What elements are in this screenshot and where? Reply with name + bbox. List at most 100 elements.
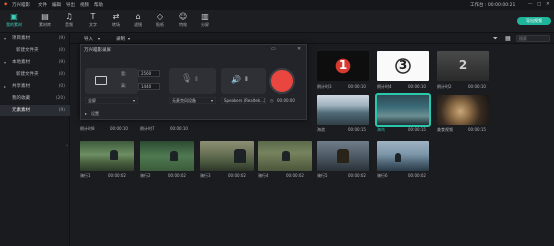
region-select[interactable]: 全屏 ▾ [85, 97, 138, 104]
menu-edit[interactable]: 编辑 [52, 2, 61, 8]
media-thumbnail[interactable]: 3 [377, 51, 429, 81]
media-subbar: 导入 ▾ 录制 ▾ ⏷ ▦ 搜索 [0, 33, 554, 44]
library-icon: ▤ [41, 12, 49, 21]
media-duration: 00:00:02 [108, 173, 126, 178]
settings-toggle[interactable]: 设置 [91, 111, 99, 117]
tool-label: 转场 [112, 22, 120, 27]
tool-effect[interactable]: ☺ 特效 [172, 12, 194, 31]
rider-shape [110, 150, 118, 160]
media-thumbnail[interactable] [377, 141, 429, 171]
media-thumbnail[interactable] [200, 141, 254, 171]
menu-help[interactable]: 帮助 [94, 2, 103, 8]
sidebar-item-favorites[interactable]: 我的收藏 (20) [0, 93, 70, 104]
height-label: 高: [121, 83, 127, 88]
media-caption: 海浪 [317, 127, 325, 132]
media-duration: 00:00:15 [468, 127, 486, 132]
menu-view[interactable]: 视频 [80, 2, 89, 8]
microphone-select[interactable]: 无麦克风设备 ▾ [169, 97, 216, 104]
collapse-icon: ▾ [4, 60, 7, 65]
filter-funnel-icon[interactable]: ⏷ [493, 35, 498, 43]
media-thumbnail[interactable]: 2 [437, 51, 489, 81]
media-thumbnail[interactable] [437, 95, 489, 125]
microphone-icon: 🎙 [181, 74, 193, 84]
tool-filter[interactable]: ⌂ 滤镜 [127, 12, 149, 31]
minimize-icon[interactable]: — [528, 2, 533, 7]
microphone-panel[interactable]: 🎙 ⦀ [169, 68, 216, 94]
expand-icon[interactable]: ▸ [85, 111, 87, 116]
close-dialog-icon[interactable]: ✕ [297, 46, 301, 52]
minimize-dialog-icon[interactable]: ▭ [271, 46, 276, 52]
speaker-icon: 🔊 [231, 75, 241, 84]
tool-split[interactable]: ▥ 分屏 [194, 12, 216, 31]
media-thumbnail[interactable]: 1 [317, 51, 369, 81]
tool-my-media[interactable]: ▣ 我的素材 [3, 12, 25, 31]
sidebar-item-element-media[interactable]: 元素素材 (9) [0, 105, 70, 116]
speaker-select-value: Speakers (Realtek...) [224, 98, 266, 103]
record-dropdown[interactable]: 录制 [116, 36, 125, 42]
screen-area-panel[interactable]: 宽: 高: [85, 68, 138, 94]
mic-select-value: 无麦克风设备 [172, 98, 196, 103]
speaker-level-icon: ⦀ [245, 76, 248, 83]
sidebar-item-count: (20) [55, 96, 65, 101]
export-button[interactable]: 导出视频 [517, 17, 551, 25]
tool-text[interactable]: T 文字 [82, 12, 104, 31]
grid-view-icon[interactable]: ▦ [505, 35, 511, 42]
tool-library[interactable]: ▤ 素材库 [34, 12, 56, 31]
import-chevron-icon[interactable]: ▾ [98, 36, 100, 41]
media-thumbnail[interactable] [258, 141, 312, 171]
sidebar-item-local-media[interactable]: ▾ 本地素材 (9) [0, 57, 70, 68]
width-input[interactable]: 2560 [138, 70, 160, 77]
menu-file[interactable]: 文件 [38, 2, 47, 8]
sticker-icon: ◇ [156, 12, 164, 21]
menu-export[interactable]: 导出 [66, 2, 75, 8]
tool-label: 特效 [179, 22, 187, 27]
sidebar: ▾ 项目素材 (9) 新建文件夹 (0) ▾ 本地素材 (9) 新建文件夹 (0… [0, 33, 70, 246]
media-thumbnail[interactable] [80, 141, 134, 171]
tool-sticker[interactable]: ◇ 贴纸 [149, 12, 171, 31]
sidebar-item-count: (0) [58, 72, 65, 77]
media-duration: 00:00:02 [168, 173, 186, 178]
media-thumbnail[interactable] [317, 95, 369, 125]
media-duration: 00:00:10 [348, 84, 366, 89]
collapse-sidebar-icon[interactable]: ‹ [66, 143, 68, 149]
media-caption: 倒计时8 [80, 126, 95, 131]
record-button[interactable] [269, 68, 295, 94]
maximize-icon[interactable]: □ [537, 2, 541, 7]
height-input[interactable]: 1440 [138, 83, 160, 90]
media-caption: 倒计时7 [140, 126, 155, 131]
collapse-icon: ▾ [4, 36, 7, 41]
sidebar-item-label: 项目素材 [12, 36, 30, 41]
tool-label: 贴纸 [156, 22, 164, 27]
speaker-panel[interactable]: 🔊 ⦀ [221, 68, 266, 94]
countdown-number: 2 [458, 58, 468, 72]
record-chevron-icon[interactable]: ▾ [128, 36, 130, 41]
status-text: 工作台 : 00:00:00:21 [470, 3, 516, 8]
media-thumbnail[interactable] [317, 141, 369, 171]
sidebar-item-new-folder-2[interactable]: 新建文件夹 (0) [0, 69, 70, 80]
sidebar-item-count: (9) [58, 108, 65, 113]
media-thumbnail-selected[interactable] [375, 93, 431, 127]
sidebar-item-project-media[interactable]: ▾ 项目素材 (9) [0, 33, 70, 44]
dialog-title: 万兴喵影录屏 [84, 48, 111, 53]
screen-recorder-dialog: 万兴喵影录屏 ▭ ✕ 宽: 高: 2560 1440 🎙 ⦀ 🔊 ⦀ 全屏 ▾ … [80, 44, 307, 120]
media-thumbnail[interactable] [140, 141, 194, 171]
media-caption: 骑行5 [317, 173, 328, 178]
tool-transition[interactable]: ⇄ 转场 [105, 12, 127, 31]
import-dropdown[interactable]: 导入 [84, 36, 93, 42]
sidebar-item-new-folder[interactable]: 新建文件夹 (0) [0, 45, 70, 56]
region-select-value: 全屏 [88, 98, 96, 103]
sidebar-item-label: 本地素材 [12, 60, 30, 65]
sidebar-item-shared-media[interactable]: ▸ 共享素材 (0) [0, 81, 70, 92]
sidebar-item-label: 元素素材 [12, 108, 30, 113]
sidebar-item-count: (0) [58, 84, 65, 89]
close-icon[interactable]: ✕ [546, 2, 550, 7]
rider-shape [170, 151, 178, 161]
text-icon: T [90, 12, 96, 21]
search-input[interactable]: 搜索 [516, 35, 550, 42]
speaker-select[interactable]: Speakers (Realtek...) [221, 97, 266, 104]
transition-icon: ⇄ [112, 12, 120, 21]
media-caption: 海鸟 [377, 127, 385, 132]
sidebar-item-count: (0) [58, 48, 65, 53]
media-duration: 00:00:10 [468, 84, 486, 89]
tool-audio[interactable]: ♫ 音频 [58, 12, 80, 31]
